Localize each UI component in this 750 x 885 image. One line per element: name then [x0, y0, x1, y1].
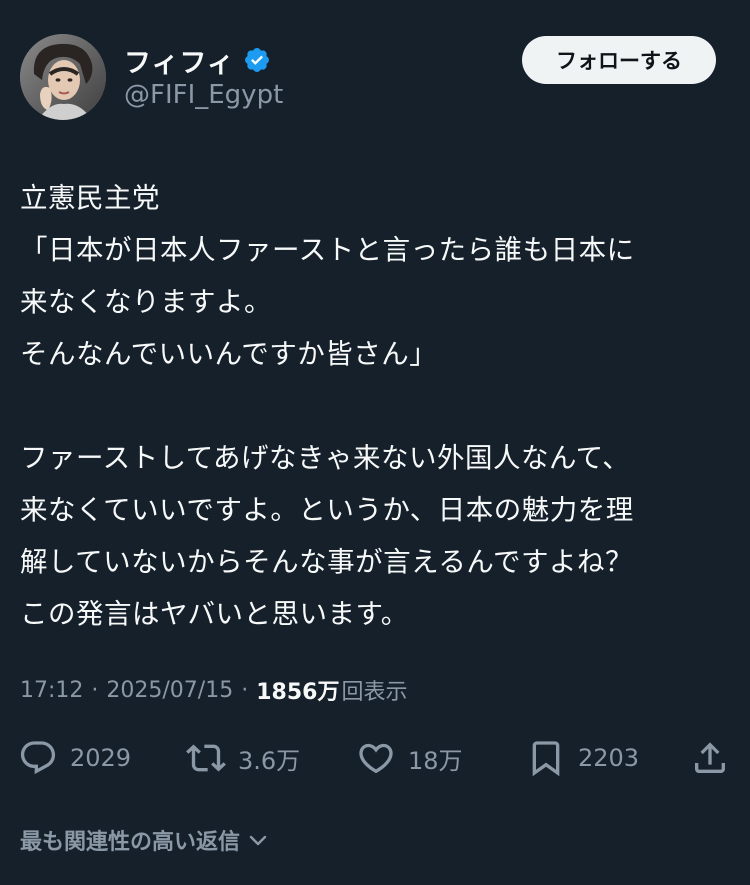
- meta-separator: ·: [241, 677, 249, 703]
- author-handle[interactable]: @FIFI_Egypt: [124, 80, 283, 110]
- bookmark-icon: [532, 741, 560, 777]
- author-name-row: フィフィ: [124, 41, 271, 80]
- author-display-name[interactable]: フィフィ: [124, 41, 235, 80]
- replies-sort-dropdown[interactable]: 最も関連性の高い返信: [20, 822, 270, 858]
- avatar[interactable]: [20, 34, 106, 120]
- profile-photo-icon: [20, 34, 106, 120]
- tweet-date[interactable]: 2025/07/15: [106, 678, 233, 703]
- reply-button[interactable]: 2029: [18, 732, 131, 784]
- retweet-button[interactable]: 3.6万: [186, 732, 300, 784]
- retweet-icon: [186, 744, 226, 772]
- reply-count: 2029: [70, 744, 132, 772]
- tweet-line: ファーストしてあげなきゃ来ない外国人なんて、: [20, 442, 631, 474]
- tweet-time[interactable]: 17:12: [20, 678, 83, 703]
- verified-badge-icon: [243, 46, 271, 74]
- tweet-line: 解していないからそんな事が言えるんですよね？: [20, 546, 633, 578]
- share-button[interactable]: [690, 732, 730, 784]
- tweet-text: 立憲民主党 「日本が日本人ファーストと言ったら誰も日本に 来なくなりますよ。 そ…: [20, 172, 732, 640]
- tweet-meta: 17:12 · 2025/07/15 · 1856万 回表示: [20, 672, 407, 708]
- chevron-down-icon: [249, 835, 267, 846]
- bookmark-button[interactable]: 2203: [526, 732, 639, 784]
- reply-icon: [20, 741, 56, 775]
- tweet-line: [20, 380, 732, 432]
- views-label[interactable]: 回表示: [341, 674, 407, 706]
- meta-separator: ·: [91, 677, 99, 703]
- tweet-line: 「日本が日本人ファーストと言ったら誰も日本に: [20, 234, 635, 266]
- tweet-line: 来なくなりますよ。: [20, 286, 272, 318]
- tweet-actions: 2029 3.6万 18万 2203: [0, 732, 750, 784]
- tweet-line: この発言はヤバいと思います。: [20, 598, 409, 630]
- like-count: 18万: [408, 746, 463, 775]
- bookmark-count: 2203: [578, 744, 640, 772]
- tweet-line: 来なくていいですよ。というか、日本の魅力を理: [20, 494, 634, 526]
- tweet-header: フィフィ @FIFI_Egypt フォローする: [0, 0, 750, 150]
- like-button[interactable]: 18万: [356, 732, 463, 784]
- heart-icon: [359, 743, 393, 774]
- tweet-line: 立憲民主党: [20, 182, 160, 214]
- follow-button[interactable]: フォローする: [522, 36, 716, 84]
- retweet-count: 3.6万: [238, 746, 301, 775]
- tweet-line: そんなんでいいんですか皆さん」: [20, 338, 438, 370]
- share-icon: [695, 742, 725, 773]
- replies-sort-label: 最も関連性の高い返信: [20, 830, 241, 855]
- views-count[interactable]: 1856万: [256, 674, 339, 706]
